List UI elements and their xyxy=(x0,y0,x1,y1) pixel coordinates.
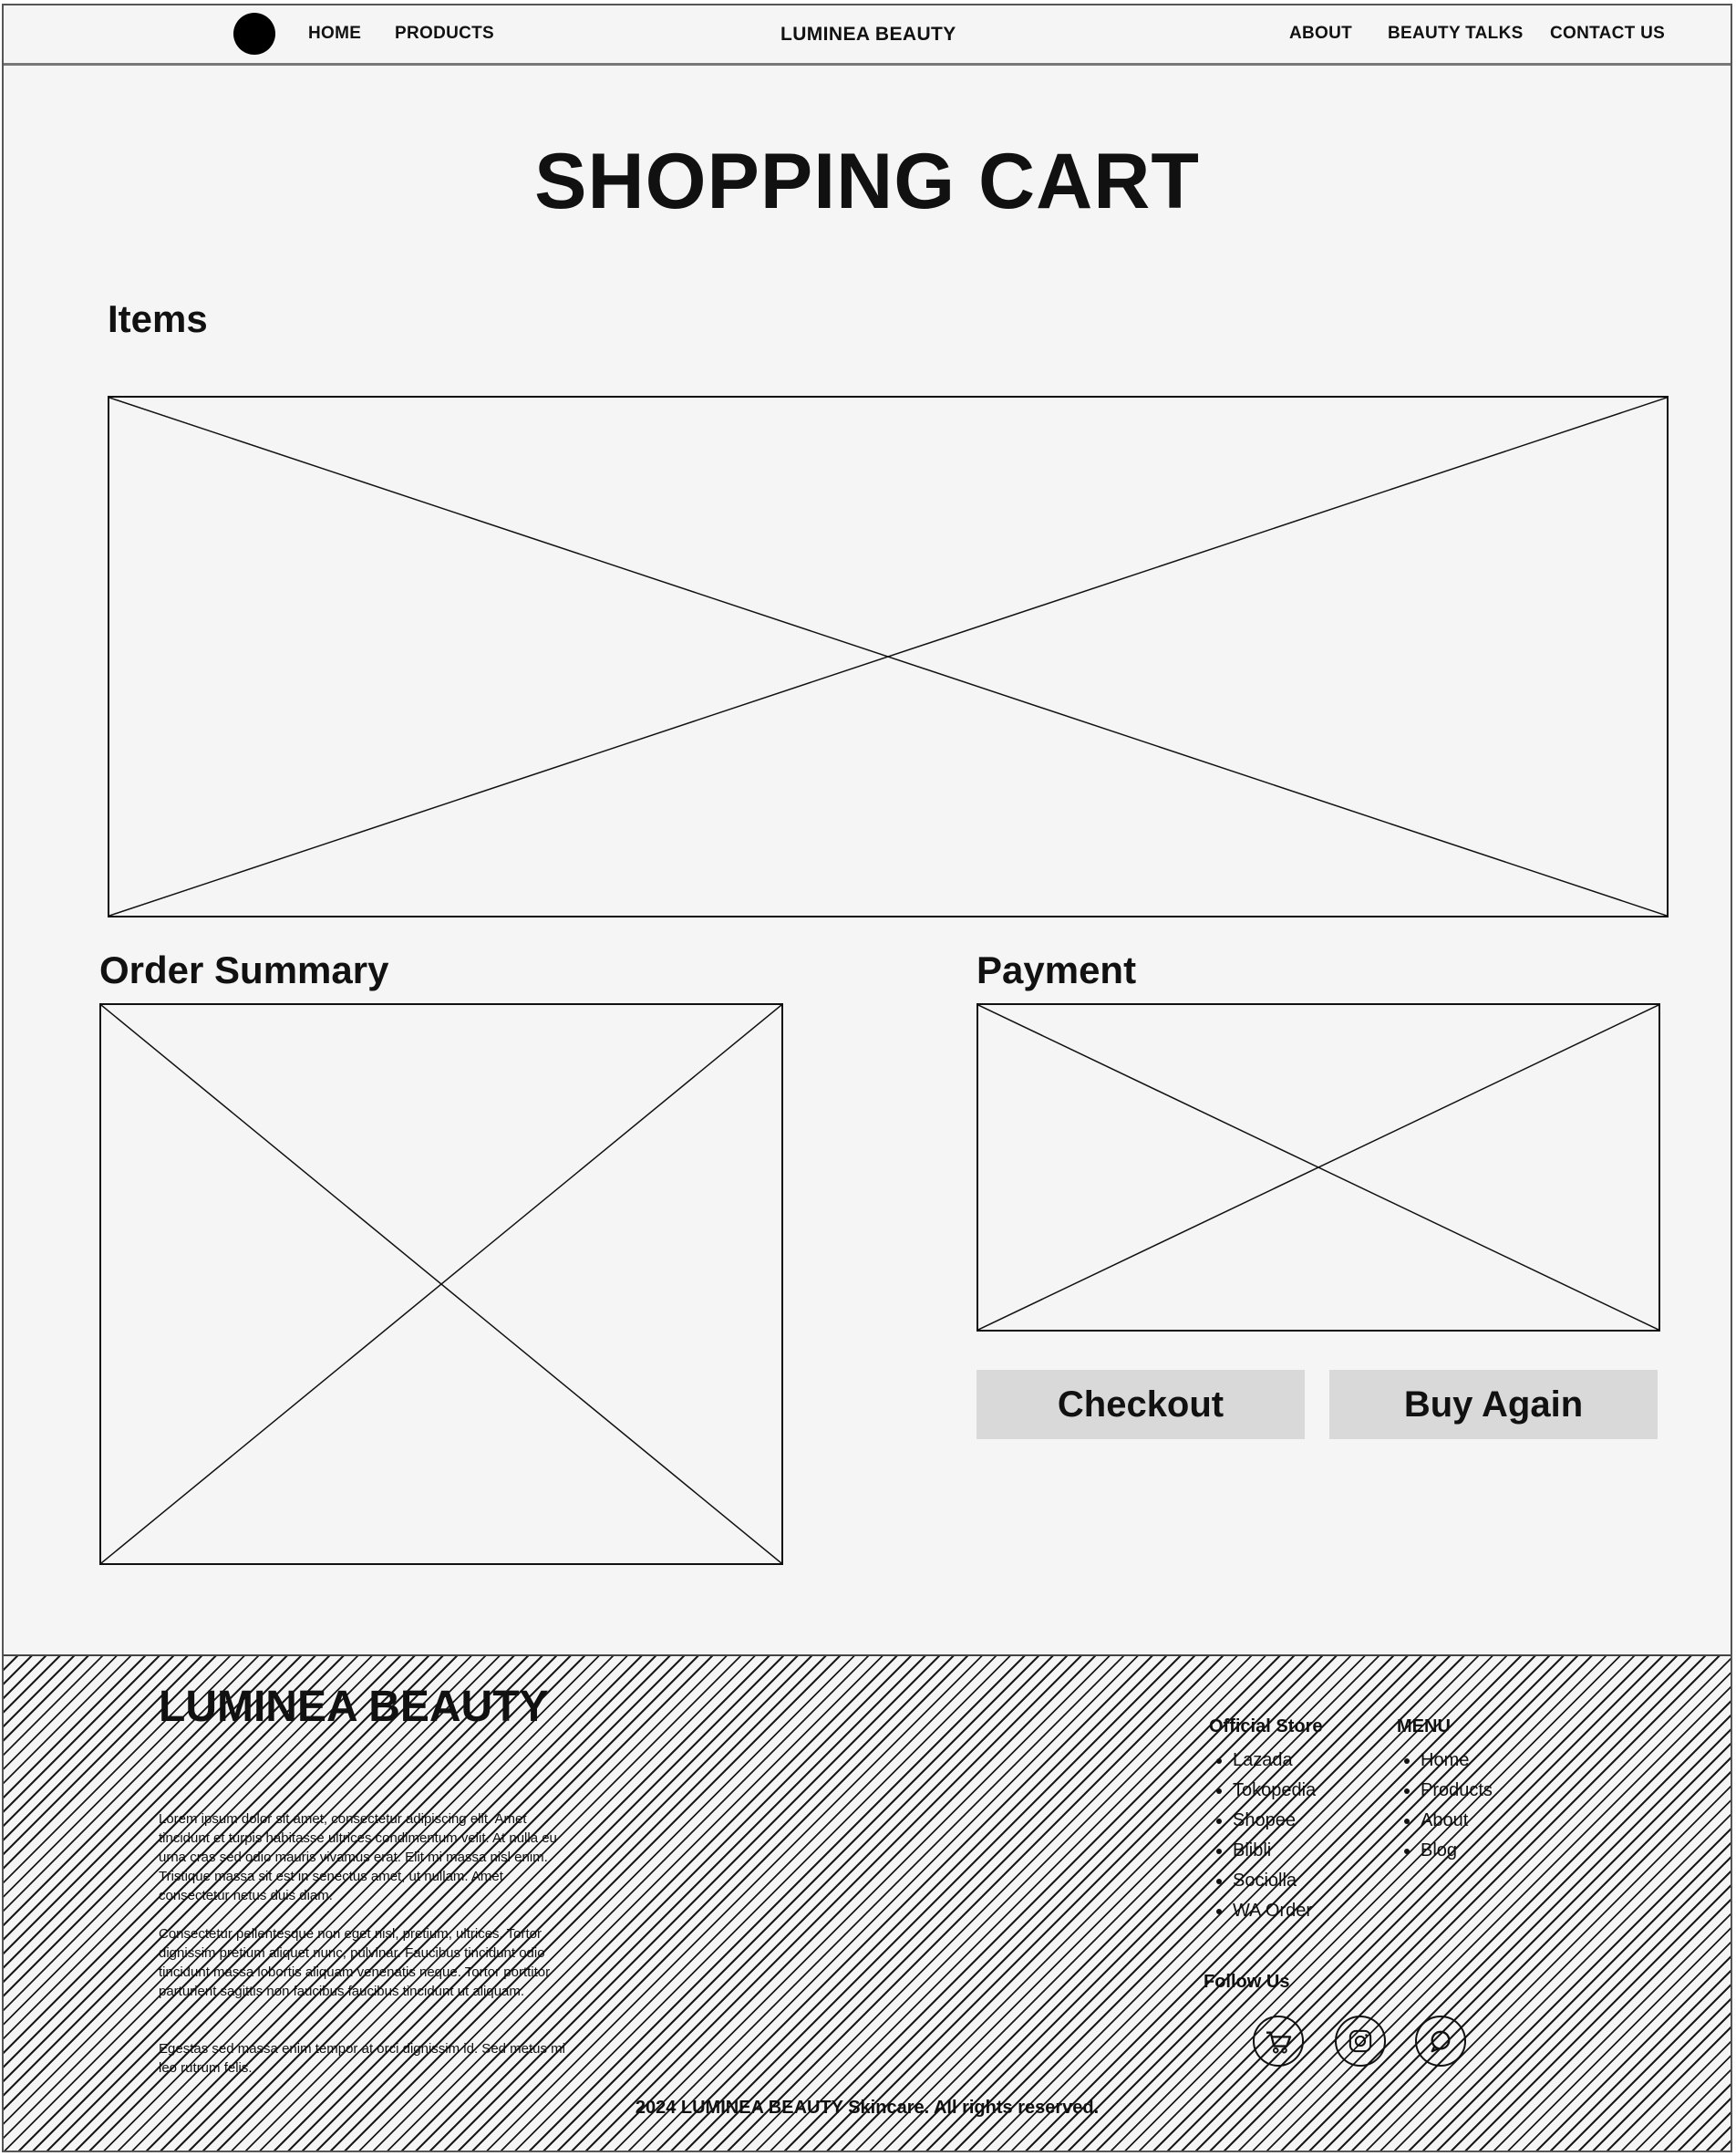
order-summary-placeholder xyxy=(99,1003,783,1565)
official-store-list: Lazada Tokopedia Shopee Blibli Sociolla … xyxy=(1213,1746,1316,1926)
nav-link-home[interactable]: HOME xyxy=(308,24,361,44)
nav-link-contact-us[interactable]: CONTACT US xyxy=(1550,24,1665,44)
nav-link-beauty-talks[interactable]: BEAUTY TALKS xyxy=(1388,24,1524,44)
payment-placeholder xyxy=(976,1003,1660,1332)
official-store-title: Official Store xyxy=(1209,1716,1323,1736)
buy-again-button[interactable]: Buy Again xyxy=(1329,1370,1658,1439)
store-link-shopee[interactable]: Shopee xyxy=(1233,1806,1316,1836)
footer-paragraph-1: Lorem ipsum dolor sit amet, consectetur … xyxy=(159,1811,557,1903)
footer-menu-blog[interactable]: Blog xyxy=(1421,1836,1493,1866)
store-link-wa-order[interactable]: WA Order xyxy=(1233,1896,1316,1926)
top-navigation-bar: HOME PRODUCTS LUMINEA BEAUTY ABOUT BEAUT… xyxy=(4,5,1731,66)
footer-menu-home[interactable]: Home xyxy=(1421,1746,1493,1776)
items-image-placeholder xyxy=(108,396,1669,917)
copyright-text: 2024 LUMINEA BEAUTY Skincare. All rights… xyxy=(635,2098,1100,2118)
follow-us-label: Follow Us xyxy=(1204,1972,1290,1992)
payment-heading: Payment xyxy=(976,948,1137,991)
footer-menu-title: MENU xyxy=(1397,1716,1451,1736)
page-title: SHOPPING CART xyxy=(534,138,1200,225)
store-link-lazada[interactable]: Lazada xyxy=(1233,1746,1316,1776)
items-heading: Items xyxy=(108,297,208,340)
order-summary-heading: Order Summary xyxy=(99,948,389,991)
whatsapp-icon[interactable] xyxy=(1415,2016,1466,2067)
store-link-blibli[interactable]: Blibli xyxy=(1233,1836,1316,1866)
logo-icon[interactable] xyxy=(233,13,275,55)
shopping-cart-icon[interactable] xyxy=(1253,2016,1304,2067)
nav-link-about[interactable]: ABOUT xyxy=(1289,24,1352,44)
store-link-tokopedia[interactable]: Tokopedia xyxy=(1233,1776,1316,1806)
footer-paragraph-2: Consectetur pellentesque non eget nisl, … xyxy=(159,1926,551,1999)
footer-menu-about[interactable]: About xyxy=(1421,1806,1493,1836)
store-link-sociolla[interactable]: Sociolla xyxy=(1233,1866,1316,1896)
checkout-button[interactable]: Checkout xyxy=(976,1370,1305,1439)
site-brand[interactable]: LUMINEA BEAUTY xyxy=(780,24,956,46)
instagram-icon[interactable] xyxy=(1335,2016,1386,2067)
page-frame: HOME PRODUCTS LUMINEA BEAUTY ABOUT BEAUT… xyxy=(2,4,1732,2152)
footer-brand: LUMINEA BEAUTY xyxy=(159,1683,549,1731)
nav-link-products[interactable]: PRODUCTS xyxy=(395,24,494,44)
footer-menu-list: Home Products About Blog xyxy=(1400,1746,1493,1866)
footer-menu-products[interactable]: Products xyxy=(1421,1776,1493,1806)
footer-paragraph-3: Egestas sed massa enim tempor at orci di… xyxy=(159,2041,566,2076)
